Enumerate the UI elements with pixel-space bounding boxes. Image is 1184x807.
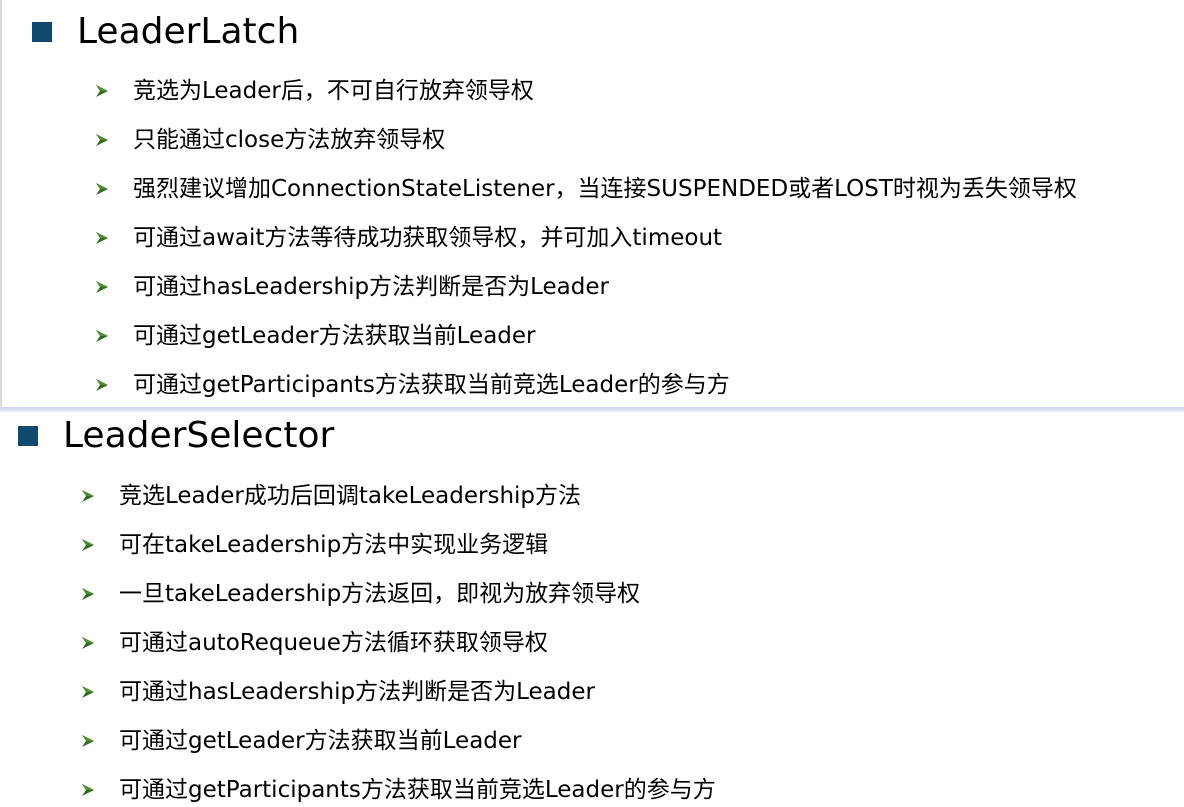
list-item: 强烈建议增加ConnectionStateListener，当连接SUSPEND… (95, 164, 1077, 213)
list-item-text: 只能通过close方法放弃领导权 (133, 126, 446, 153)
list-item-text: 可通过await方法等待成功获取领导权，并可加入timeout (133, 224, 723, 251)
list-item: 只能通过close方法放弃领导权 (95, 115, 1077, 164)
page: LeaderLatch 竞选为Leader后，不可自行放弃领导权 只能通过clo… (0, 0, 1184, 807)
list-item-text: 可通过getLeader方法获取当前Leader (119, 727, 522, 754)
list-item: 可通过autoRequeue方法循环获取领导权 (81, 618, 716, 667)
list-item: 竞选为Leader后，不可自行放弃领导权 (95, 66, 1077, 115)
arrow-bullet-icon (81, 587, 95, 601)
list-item: 可通过getParticipants方法获取当前竞选Leader的参与方 (95, 360, 1077, 409)
arrow-bullet-icon (81, 538, 95, 552)
section-heading-leaderselector: LeaderSelector (18, 414, 334, 458)
section-title: LeaderLatch (77, 11, 300, 52)
list-item: 可通过getParticipants方法获取当前竞选Leader的参与方 (81, 765, 716, 807)
arrow-bullet-icon (95, 133, 109, 147)
arrow-bullet-icon (95, 378, 109, 392)
list-item: 可通过hasLeadership方法判断是否为Leader (95, 262, 1077, 311)
section-heading-leaderlatch: LeaderLatch (32, 10, 299, 54)
arrow-bullet-icon (95, 231, 109, 245)
list-item: 一旦takeLeadership方法返回，即视为放弃领导权 (81, 569, 716, 618)
bullet-list-leaderlatch: 竞选为Leader后，不可自行放弃领导权 只能通过close方法放弃领导权 强烈… (95, 66, 1077, 409)
list-item: 可通过hasLeadership方法判断是否为Leader (81, 667, 716, 716)
arrow-bullet-icon (81, 734, 95, 748)
list-item-text: 可通过hasLeadership方法判断是否为Leader (133, 273, 609, 300)
arrow-bullet-icon (81, 489, 95, 503)
bullet-list-leaderselector: 竞选Leader成功后回调takeLeadership方法 可在takeLead… (81, 471, 716, 807)
list-item: 可通过await方法等待成功获取领导权，并可加入timeout (95, 213, 1077, 262)
arrow-bullet-icon (95, 329, 109, 343)
list-item-text: 可通过getParticipants方法获取当前竞选Leader的参与方 (119, 776, 716, 803)
list-item-text: 竞选为Leader后，不可自行放弃领导权 (133, 77, 534, 104)
list-item: 竞选Leader成功后回调takeLeadership方法 (81, 471, 716, 520)
list-item: 可通过getLeader方法获取当前Leader (95, 311, 1077, 360)
list-item-text: 强烈建议增加ConnectionStateListener，当连接SUSPEND… (133, 175, 1077, 202)
list-item-text: 可通过hasLeadership方法判断是否为Leader (119, 678, 595, 705)
list-item-text: 可通过getLeader方法获取当前Leader (133, 322, 536, 349)
arrow-bullet-icon (81, 685, 95, 699)
arrow-bullet-icon (81, 783, 95, 797)
list-item-text: 可在takeLeadership方法中实现业务逻辑 (119, 531, 549, 558)
list-item: 可在takeLeadership方法中实现业务逻辑 (81, 520, 716, 569)
arrow-bullet-icon (95, 84, 109, 98)
section-title: LeaderSelector (63, 415, 335, 456)
square-bullet-icon (32, 22, 52, 42)
list-item: 可通过getLeader方法获取当前Leader (81, 716, 716, 765)
arrow-bullet-icon (95, 182, 109, 196)
square-bullet-icon (18, 426, 38, 446)
list-item-text: 可通过autoRequeue方法循环获取领导权 (119, 629, 548, 656)
list-item-text: 一旦takeLeadership方法返回，即视为放弃领导权 (119, 580, 641, 607)
list-item-text: 可通过getParticipants方法获取当前竞选Leader的参与方 (133, 371, 730, 398)
arrow-bullet-icon (81, 636, 95, 650)
list-item-text: 竞选Leader成功后回调takeLeadership方法 (119, 482, 582, 509)
arrow-bullet-icon (95, 280, 109, 294)
